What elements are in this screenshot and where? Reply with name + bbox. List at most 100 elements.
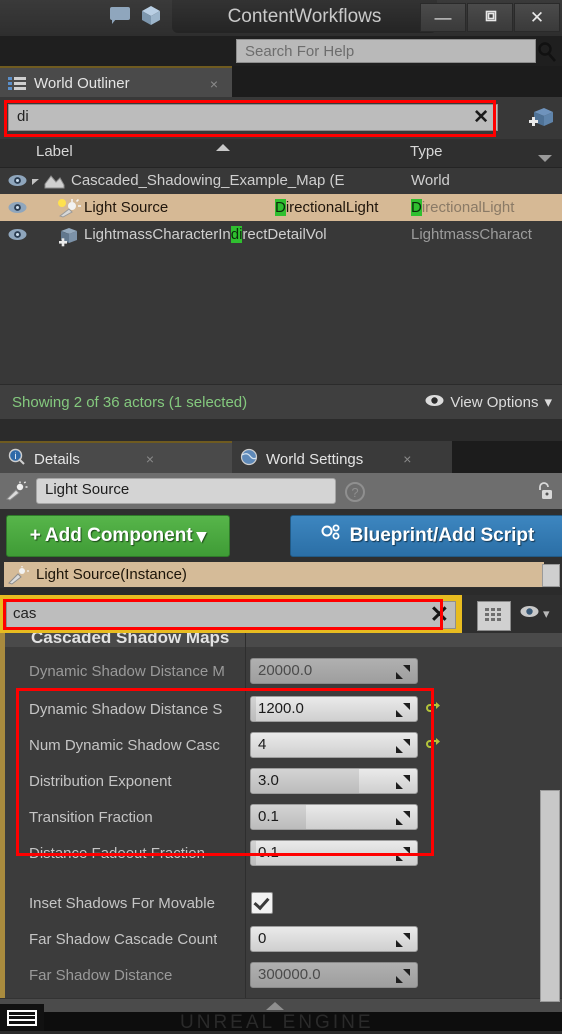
property-search-focus-frame: cas ✕ <box>0 595 462 633</box>
eye-icon[interactable] <box>6 201 28 214</box>
spinner-arrows-icon[interactable] <box>396 665 410 679</box>
property-value-spinner[interactable]: 3.0 <box>250 768 418 794</box>
question-icon[interactable]: ? <box>345 482 365 502</box>
chevron-down-icon: ▾ <box>543 606 550 621</box>
property-panel-scrollbar[interactable] <box>540 790 560 1002</box>
spinner-arrows-icon[interactable] <box>396 775 410 789</box>
details-name-row: Light Source ? <box>0 473 562 509</box>
outliner-search-input[interactable]: di ✕ <box>8 104 498 131</box>
reset-to-default-icon[interactable] <box>426 737 440 753</box>
property-label: Dynamic Shadow Distance S <box>29 700 223 718</box>
search-match-highlight: D <box>411 199 422 216</box>
grid-view-icon[interactable] <box>477 601 511 631</box>
tab-world-outliner[interactable]: World Outliner × <box>0 66 232 99</box>
column-header-type[interactable]: Type <box>410 143 443 160</box>
outliner-list-icon <box>8 76 26 92</box>
property-value-spinner[interactable]: 0 <box>250 926 418 952</box>
eye-icon <box>520 605 539 623</box>
minimize-button[interactable]: — <box>420 3 466 32</box>
collapse-arrow-icon[interactable] <box>266 1002 284 1010</box>
volume-icon <box>56 225 78 246</box>
property-row: Inset Shadows For Movable <box>5 885 562 921</box>
property-value: 4 <box>258 736 267 753</box>
category-header-cascaded-shadow-maps[interactable]: Cascaded Shadow Maps <box>5 633 562 647</box>
project-title: ContentWorkflows <box>227 6 382 27</box>
expand-triangle-icon[interactable] <box>32 178 39 185</box>
row-type: LightmassCharact <box>411 226 532 243</box>
property-value-spinner[interactable]: 1200.0 <box>250 696 418 722</box>
restore-button[interactable] <box>467 3 513 32</box>
sort-ascending-icon[interactable] <box>216 144 230 151</box>
close-button[interactable]: ✕ <box>514 3 560 32</box>
table-row[interactable]: LightmassCharacterIndirectDetailVol Ligh… <box>0 221 562 248</box>
spinner-arrows-icon[interactable] <box>396 703 410 717</box>
magnifier-icon[interactable] <box>534 40 560 64</box>
panel-resize-bar[interactable] <box>0 998 562 1013</box>
component-instance-label: Light Source(Instance) <box>36 566 187 583</box>
tab-label: Details <box>34 450 80 468</box>
property-list: Cascaded Shadow Maps Dynamic Shadow Dist… <box>0 633 562 998</box>
spinner-arrows-icon[interactable] <box>396 847 410 861</box>
table-row[interactable]: Light Source DirectionalLight Directiona… <box>0 194 562 221</box>
tab-details[interactable]: i Details × <box>0 441 232 475</box>
property-label: Dynamic Shadow Distance M <box>29 662 225 680</box>
property-value-spinner[interactable]: 0.1 <box>250 804 418 830</box>
property-label: Far Shadow Distance <box>29 966 173 984</box>
details-action-buttons: + Add Component ▾ Blueprint/Add Script <box>0 509 562 561</box>
column-options-icon[interactable] <box>538 155 552 162</box>
property-row: Dynamic Shadow Distance M 20000.0 <box>5 653 562 689</box>
outliner-search-value: di <box>17 108 29 125</box>
clear-search-icon[interactable]: ✕ <box>473 106 489 129</box>
add-actor-icon[interactable] <box>528 104 556 130</box>
start-menu-icon[interactable] <box>0 1004 44 1031</box>
spinner-arrows-icon[interactable] <box>396 811 410 825</box>
outliner-search-row: di ✕ <box>0 97 562 137</box>
property-label: Inset Shadows For Movable <box>29 894 215 912</box>
view-options-button[interactable]: View Options ▾ <box>425 393 552 411</box>
property-value-spinner[interactable]: 0.1 <box>250 840 418 866</box>
component-tree-scroll[interactable] <box>542 564 560 587</box>
project-tab[interactable]: ContentWorkflows <box>172 0 437 33</box>
title-bar: ContentWorkflows — ✕ <box>0 0 562 36</box>
spinner-arrows-icon[interactable] <box>396 739 410 753</box>
property-value: 0.1 <box>258 844 279 861</box>
property-value: 3.0 <box>258 772 279 789</box>
add-component-button[interactable]: + Add Component ▾ <box>6 515 230 557</box>
column-header-label[interactable]: Label <box>36 143 73 160</box>
details-tab-row: i Details × World Settings × <box>0 441 562 475</box>
search-for-help-input[interactable]: Search For Help <box>236 39 536 63</box>
table-row[interactable]: Cascaded_Shadowing_Example_Map (E World <box>0 167 562 194</box>
row-label: LightmassCharacterIndirectDetailVol <box>84 226 327 243</box>
close-icon[interactable]: × <box>403 451 411 467</box>
chat-bubble-icon[interactable] <box>110 7 130 24</box>
unlock-icon[interactable] <box>534 481 554 501</box>
property-value: 0 <box>258 930 267 947</box>
close-icon[interactable]: × <box>146 451 154 467</box>
property-value-spinner[interactable]: 20000.0 <box>250 658 418 684</box>
tab-label: World Settings <box>266 450 364 468</box>
view-options-label: View Options <box>450 393 539 411</box>
property-value: 0.1 <box>258 808 279 825</box>
reset-to-default-icon[interactable] <box>426 701 440 717</box>
tab-world-settings[interactable]: World Settings × <box>232 441 452 475</box>
property-view-options-button[interactable]: ▾ <box>520 605 550 623</box>
eye-icon[interactable] <box>6 174 28 187</box>
light-wand-icon <box>6 481 28 501</box>
component-instance-item[interactable]: Light Source(Instance) <box>4 562 544 587</box>
property-search-highlight-box <box>3 599 443 630</box>
eye-icon[interactable] <box>6 228 28 241</box>
spinner-arrows-icon[interactable] <box>396 933 410 947</box>
actor-name-field[interactable]: Light Source <box>36 478 336 504</box>
level-icon <box>43 171 65 191</box>
property-value-spinner[interactable]: 300000.0 <box>250 962 418 988</box>
window-controls: — ✕ <box>420 3 560 32</box>
blueprint-add-script-button[interactable]: Blueprint/Add Script <box>290 515 562 557</box>
property-value-spinner[interactable]: 4 <box>250 732 418 758</box>
unreal-cube-icon[interactable] <box>140 4 162 26</box>
globe-icon <box>240 448 258 471</box>
spinner-arrows-icon[interactable] <box>396 969 410 983</box>
actor-count-status: Showing 2 of 36 actors (1 selected) <box>12 393 248 411</box>
inset-shadows-checkbox[interactable] <box>251 892 273 914</box>
close-icon[interactable]: × <box>210 76 218 92</box>
property-label: Distance Fadeout Fraction <box>29 844 205 862</box>
